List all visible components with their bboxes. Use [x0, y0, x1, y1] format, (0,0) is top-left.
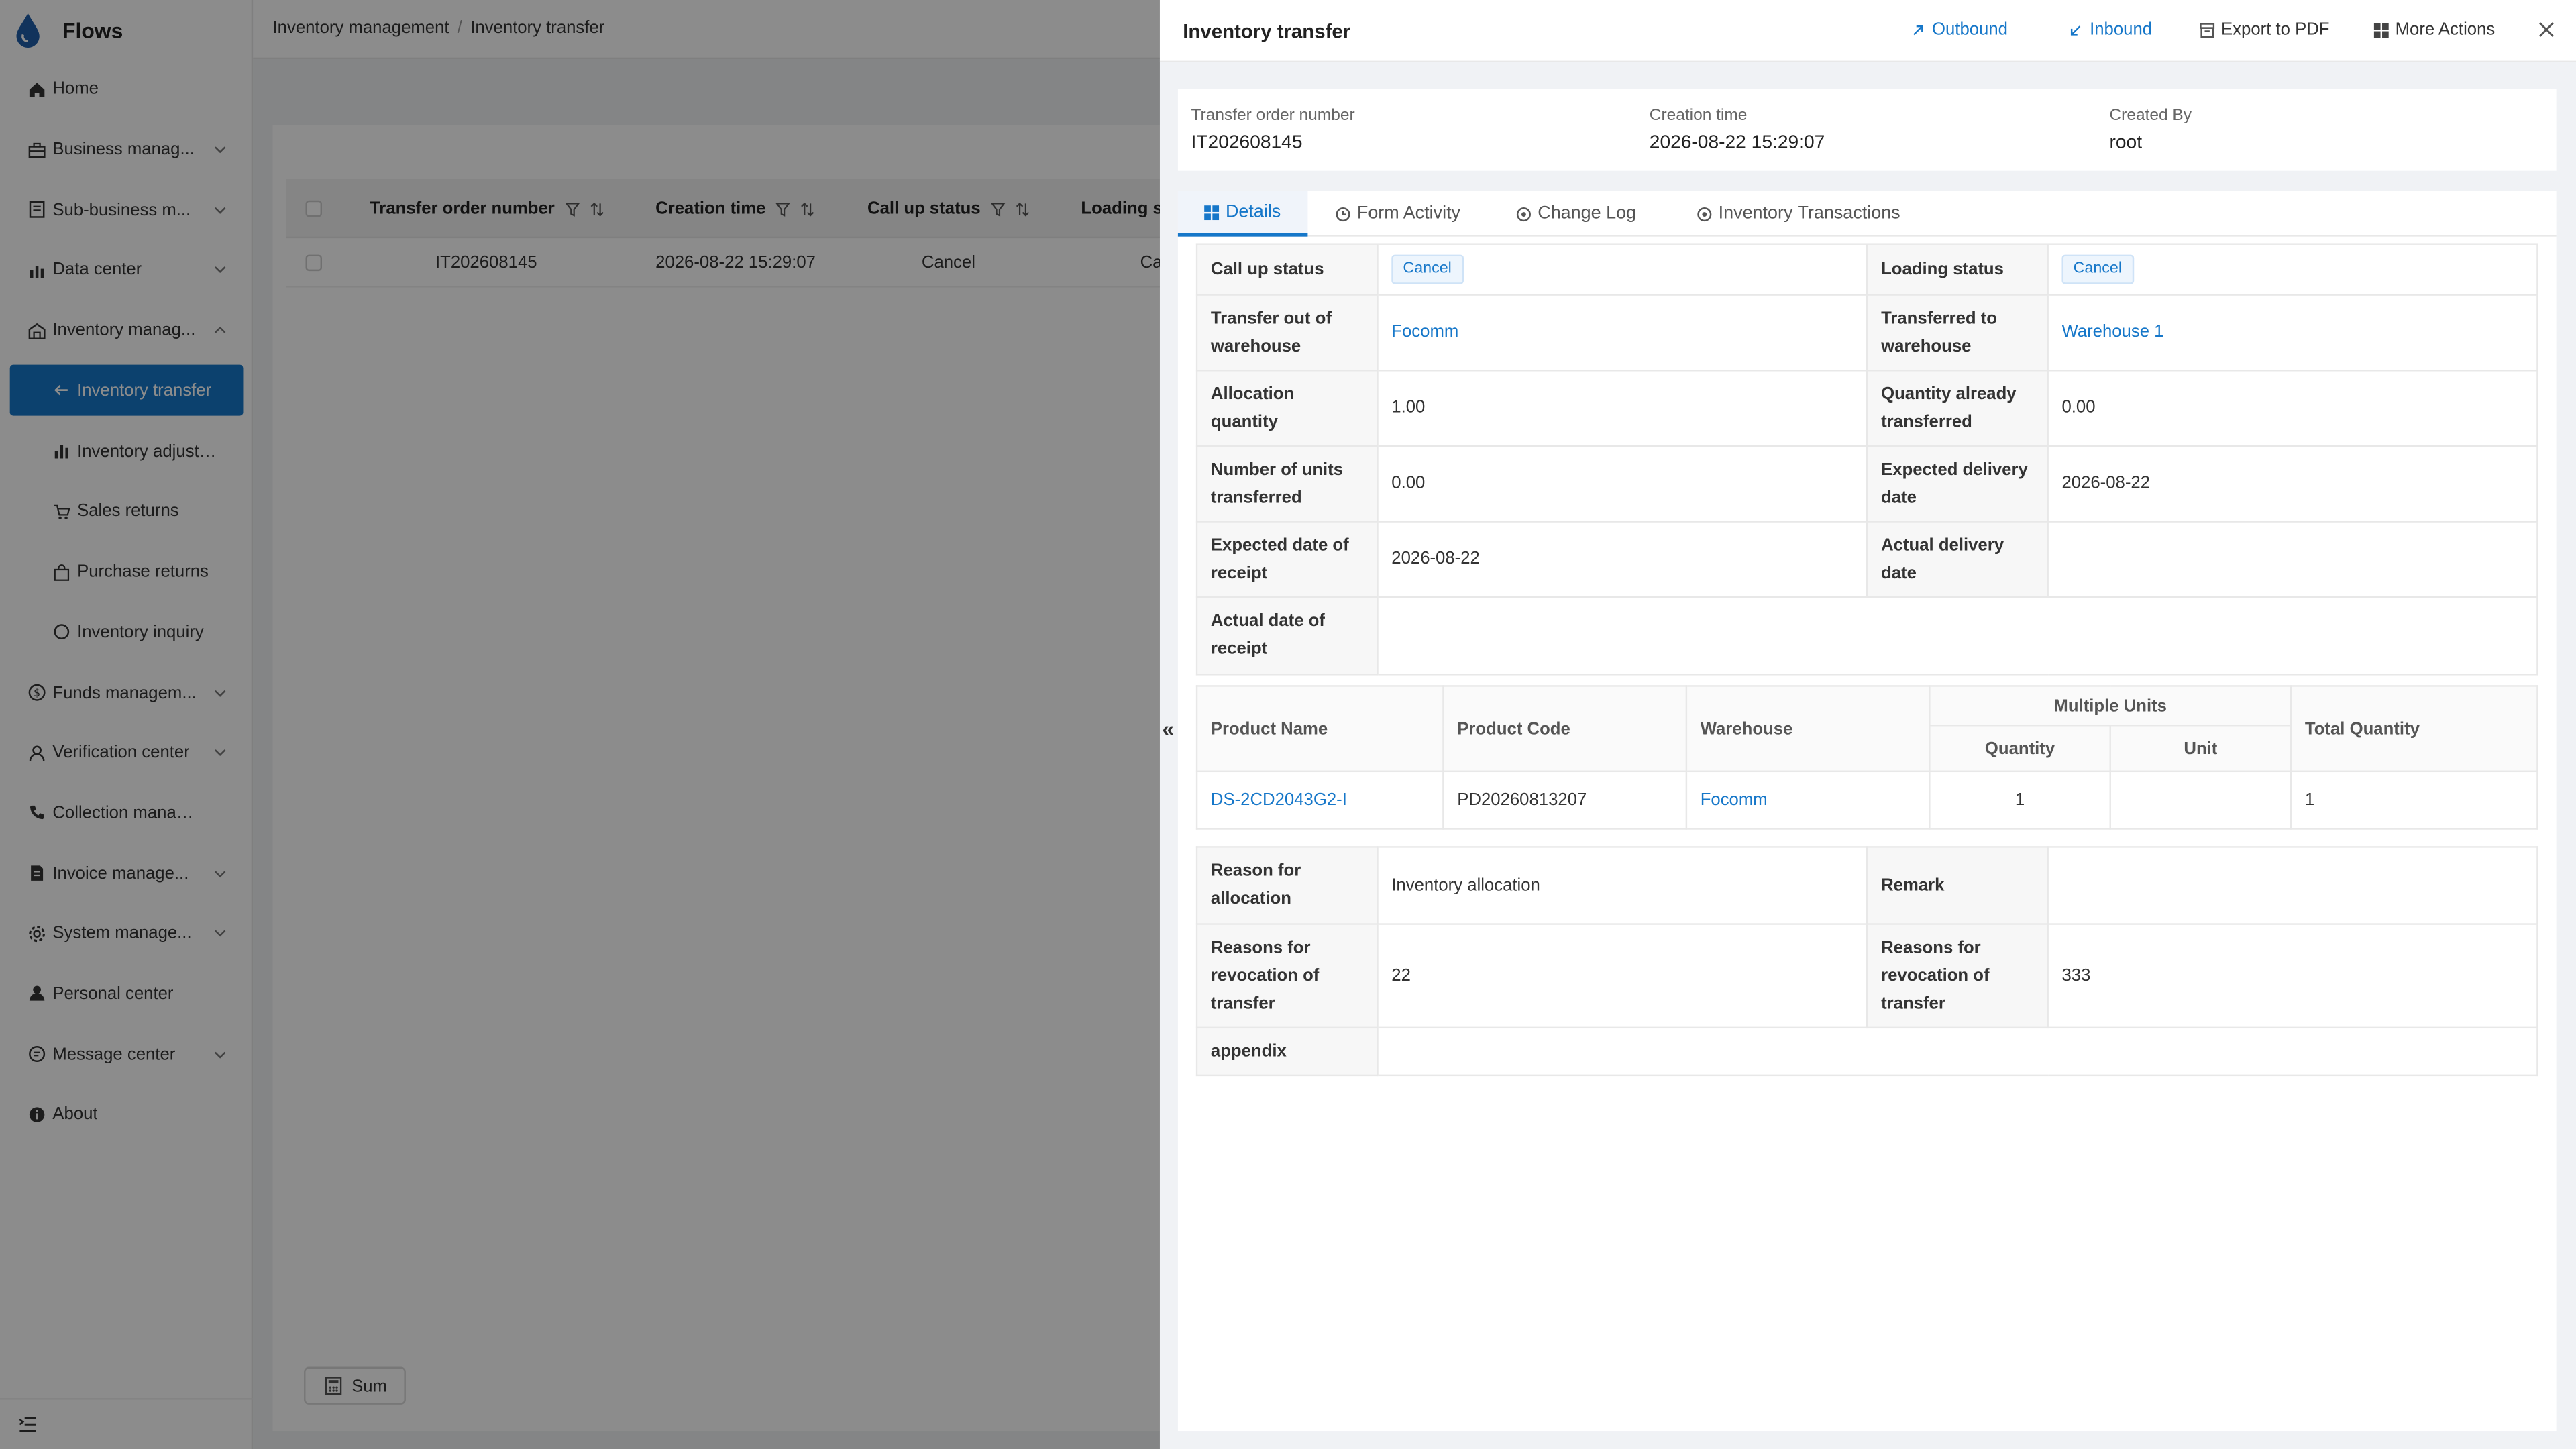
label-expected-receipt: Expected date of receipt [1195, 521, 1379, 598]
summary-order-number: Transfer order number IT202608145 [1191, 107, 1355, 153]
label-actual-delivery: Actual delivery date [1866, 521, 2049, 598]
details-row: Call up status Cancel Loading status Can… [1195, 243, 2538, 296]
inbound-button[interactable]: Inbound [2068, 19, 2152, 40]
label-loading-status: Loading status [1866, 243, 2049, 296]
value-actual-receipt [1377, 596, 2538, 676]
value-transfer-to: Warehouse 1 [2047, 294, 2538, 372]
arrow-up-right-icon [1913, 24, 1923, 35]
label-call-up-status: Call up status [1195, 243, 1379, 296]
app-root: Flows Home Business manag... Sub-busines… [0, 0, 2576, 1449]
header-unit: Unit [2109, 724, 2292, 773]
label-qty-transferred: Quantity already transferred [1866, 370, 2049, 447]
export-pdf-button[interactable]: Export to PDF [2200, 19, 2330, 40]
summary-creation-time: Creation time 2026-08-22 15:29:07 [1649, 107, 1825, 153]
modal-overlay[interactable] [0, 0, 1160, 1449]
label-expected-delivery: Expected delivery date [1866, 445, 2049, 523]
outbound-button[interactable]: Outbound [1911, 19, 2008, 40]
value-call-up-status: Cancel [1377, 243, 1868, 296]
value-reason: Inventory allocation [1377, 846, 1868, 925]
header-quantity: Quantity [1929, 724, 2111, 773]
label-revocation-2: Reasons for revocation of transfer [1866, 923, 2049, 1029]
more-actions-button[interactable]: More Actions [2373, 19, 2495, 40]
grid-icon [1204, 204, 1220, 219]
label-reason: Reason for allocation [1195, 846, 1379, 925]
log-icon [1516, 206, 1531, 221]
details-row: Reason for allocation Inventory allocati… [1195, 846, 2538, 925]
summary-created-by: Created By root [2109, 107, 2192, 153]
label-remark: Remark [1866, 846, 2049, 925]
close-icon[interactable] [2538, 21, 2555, 38]
warehouse-link[interactable]: Focomm [1391, 322, 1458, 341]
grid-icon [2373, 22, 2389, 38]
product-link[interactable]: DS-2CD2043G2-I [1211, 790, 1347, 810]
warehouse-link[interactable]: Warehouse 1 [2061, 322, 2163, 341]
value-expected-receipt: 2026-08-22 [1377, 521, 1868, 598]
value-units-transferred: 0.00 [1377, 445, 1868, 523]
label-transfer-to: Transferred to warehouse [1866, 294, 2049, 372]
header-product-name: Product Name [1195, 685, 1444, 773]
status-badge: Cancel [1391, 254, 1464, 284]
status-badge: Cancel [2061, 254, 2134, 284]
cell-quantity: 1 [1929, 770, 2111, 830]
detail-tabs: Details Form Activity Change Log Invento… [1177, 191, 2557, 237]
transactions-icon [1697, 206, 1712, 221]
value-appendix [1377, 1026, 2538, 1077]
drawer-title: Inventory transfer [1183, 19, 1351, 43]
header-warehouse: Warehouse [1685, 685, 1931, 773]
tab-change-log[interactable]: Change Log [1516, 191, 1636, 237]
cell-total-quantity: 1 [2290, 770, 2538, 830]
value-actual-delivery [2047, 521, 2538, 598]
value-expected-delivery: 2026-08-22 [2047, 445, 2538, 523]
value-transfer-out: Focomm [1377, 294, 1868, 372]
tab-inventory-transactions[interactable]: Inventory Transactions [1697, 191, 1900, 237]
header-total-quantity: Total Quantity [2290, 685, 2538, 773]
label-appendix: appendix [1195, 1026, 1379, 1077]
arrow-down-left-icon [2070, 25, 2081, 35]
tab-form-activity[interactable]: Form Activity [1336, 191, 1460, 237]
details-table: Call up status Cancel Loading status Can… [1195, 243, 2538, 676]
extra-table: Reason for allocation Inventory allocati… [1195, 846, 2538, 1077]
table-row: DS-2CD2043G2-I PD20260813207 Focomm 1 1 [1195, 770, 2538, 830]
cell-warehouse: Focomm [1685, 770, 1931, 830]
summary-card: Transfer order number IT202608145 Creati… [1177, 89, 2557, 171]
details-row: Transfer out of warehouse Focomm Transfe… [1195, 294, 2538, 372]
value-revocation: 22 [1377, 923, 1868, 1029]
details-row: appendix [1195, 1026, 2538, 1077]
label-actual-receipt: Actual date of receipt [1195, 596, 1379, 676]
cell-product-name: DS-2CD2043G2-I [1195, 770, 1444, 830]
detail-card: Details Form Activity Change Log Invento… [1177, 191, 2557, 1432]
value-allocation-qty: 1.00 [1377, 370, 1868, 447]
products-header-row: Product Name Product Code Warehouse Mult… [1195, 685, 2538, 773]
value-loading-status: Cancel [2047, 243, 2538, 296]
double-chevron-left-icon[interactable]: « [1160, 717, 1176, 741]
details-row: Number of units transferred 0.00 Expecte… [1195, 445, 2538, 523]
value-qty-transferred: 0.00 [2047, 370, 2538, 447]
drawer-header: Inventory transfer Outbound Inbound Expo… [1159, 0, 2576, 63]
details-row: Allocation quantity 1.00 Quantity alread… [1195, 370, 2538, 447]
cell-unit [2109, 770, 2292, 830]
details-row: Expected date of receipt 2026-08-22 Actu… [1195, 521, 2538, 598]
value-revocation-2: 333 [2047, 923, 2538, 1029]
details-row: Reasons for revocation of transfer 22 Re… [1195, 923, 2538, 1029]
archive-icon [2200, 22, 2215, 38]
warehouse-link[interactable]: Focomm [1701, 790, 1768, 810]
products-table: Product Name Product Code Warehouse Mult… [1195, 685, 2538, 830]
label-allocation-qty: Allocation quantity [1195, 370, 1379, 447]
label-units-transferred: Number of units transferred [1195, 445, 1379, 523]
header-multiple-units: Multiple Units [1929, 685, 2292, 727]
cell-product-code: PD20260813207 [1442, 770, 1688, 830]
value-remark [2047, 846, 2538, 925]
details-row: Actual date of receipt [1195, 596, 2538, 676]
label-revocation: Reasons for revocation of transfer [1195, 923, 1379, 1029]
detail-drawer: Inventory transfer Outbound Inbound Expo… [1159, 0, 2576, 1449]
label-transfer-out: Transfer out of warehouse [1195, 294, 1379, 372]
tab-details[interactable]: Details [1177, 191, 1307, 237]
header-product-code: Product Code [1442, 685, 1688, 773]
clock-icon [1336, 206, 1350, 221]
